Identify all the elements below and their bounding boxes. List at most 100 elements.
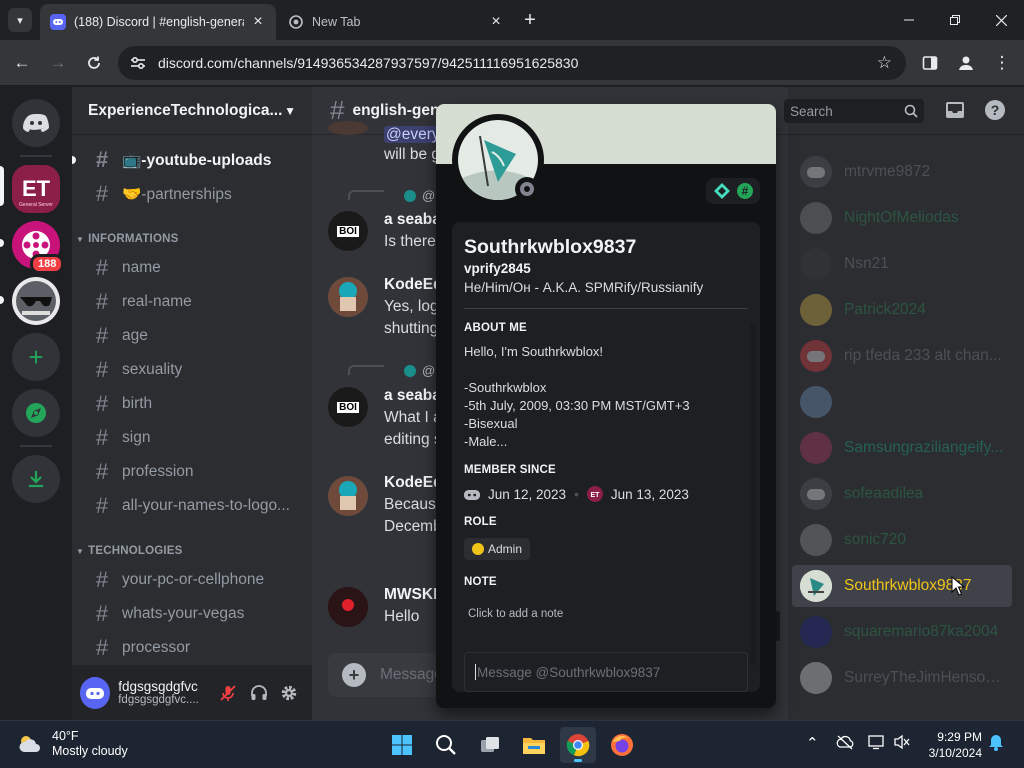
tab-new-tab[interactable]: New Tab ×	[278, 4, 514, 40]
avatar[interactable]	[80, 676, 111, 709]
message-author[interactable]: KodeEd	[384, 474, 443, 492]
side-panel-button[interactable]	[916, 49, 944, 77]
chrome-menu-button[interactable]: ⋮	[988, 49, 1016, 77]
hypesquad-balance-badge-icon[interactable]	[713, 182, 731, 200]
message-text: will be g	[384, 146, 440, 163]
add-server-button[interactable]: +	[12, 333, 60, 381]
file-explorer-button[interactable]	[516, 727, 552, 763]
notifications-button[interactable]	[988, 734, 1004, 755]
compass-icon	[26, 403, 46, 423]
mention[interactable]: @every	[384, 126, 442, 143]
profile-scrollbar-thumb[interactable]	[750, 322, 756, 666]
user-names[interactable]: fdgsgsgdgfvc fdgsgsgdgfvc....	[118, 679, 203, 706]
taskbar-search-button[interactable]	[428, 727, 464, 763]
minimize-window-button[interactable]	[886, 0, 932, 40]
member-item[interactable]: SurreyTheJimHenson...	[792, 657, 1012, 699]
channel-item[interactable]: # profession	[80, 456, 304, 488]
deafen-button[interactable]	[244, 677, 274, 709]
channel-item[interactable]: # processor	[80, 632, 304, 664]
search-input[interactable]: Search	[784, 99, 924, 123]
server-et[interactable]: ET General Server	[12, 165, 60, 213]
server-sunglasses[interactable]	[12, 277, 60, 325]
role-chip[interactable]: Admin	[464, 538, 531, 560]
hash-icon: #	[95, 357, 109, 382]
channel-partnerships[interactable]: # 🤝-partnerships	[80, 178, 304, 210]
member-item[interactable]: sonic720	[792, 519, 1012, 561]
start-button[interactable]	[384, 727, 420, 763]
about-me-line: -Southrkwblox	[464, 380, 547, 395]
profile-scrollbar-track[interactable]	[750, 322, 756, 666]
restore-window-button[interactable]	[932, 0, 978, 40]
member-item[interactable]: squaremario87ka2004	[792, 611, 1012, 653]
new-tab-button[interactable]: +	[518, 8, 542, 32]
firefox-taskbar-button[interactable]	[604, 727, 640, 763]
message-author[interactable]: a seaba	[384, 211, 441, 229]
explore-servers-button[interactable]	[12, 389, 60, 437]
channel-youtube-uploads[interactable]: # 📺-youtube-uploads	[80, 144, 304, 176]
inbox-button[interactable]	[944, 99, 968, 123]
close-tab-icon[interactable]: ×	[488, 13, 504, 31]
volume-button[interactable]	[893, 734, 911, 754]
server-home[interactable]	[12, 99, 60, 147]
mute-button[interactable]	[213, 677, 243, 709]
avatar[interactable]	[328, 476, 368, 516]
avatar[interactable]	[328, 277, 368, 317]
attach-plus-icon[interactable]: +	[342, 663, 366, 687]
channel-item[interactable]: # birth	[80, 388, 304, 420]
note-input[interactable]: Click to add a note	[468, 608, 563, 620]
tray-cloud-icon[interactable]	[836, 734, 854, 754]
member-item[interactable]: Samsungraziliangeify...	[792, 427, 1012, 469]
message-author[interactable]: a seaba	[384, 387, 441, 405]
channel-item[interactable]: # sexuality	[80, 354, 304, 386]
guild-header[interactable]: ExperienceTechnologica... ▼	[72, 87, 312, 135]
channel-item[interactable]: # sign	[80, 422, 304, 454]
channel-item[interactable]: # name	[80, 252, 304, 284]
svg-text:#: #	[741, 184, 748, 198]
help-button[interactable]: ?	[984, 99, 1008, 123]
download-apps-button[interactable]	[12, 455, 60, 503]
tab-discord[interactable]: (188) Discord | #english-genera ×	[40, 4, 276, 40]
microphone-muted-icon	[220, 684, 237, 701]
avatar[interactable]: BOI	[328, 211, 368, 251]
forward-button[interactable]: →	[44, 49, 72, 77]
profile-username[interactable]: vprify2845	[464, 261, 531, 276]
channel-item[interactable]: # all-your-names-to-logo...	[80, 490, 304, 522]
chat-scrollbar[interactable]	[776, 611, 780, 641]
tab-search-button[interactable]: ▾	[8, 8, 32, 32]
chrome-taskbar-button[interactable]	[560, 727, 596, 763]
member-item-selected[interactable]: Southrkwblox9837	[792, 565, 1012, 607]
back-button[interactable]: ←	[8, 49, 36, 77]
clock[interactable]: 9:29 PM 3/10/2024	[920, 729, 982, 761]
avatar[interactable]: BOI	[328, 387, 368, 427]
channel-item[interactable]: # your-pc-or-cellphone	[80, 564, 304, 596]
network-button[interactable]	[868, 734, 886, 754]
channel-item[interactable]: # age	[80, 320, 304, 352]
channel-item[interactable]: # real-name	[80, 286, 304, 318]
bookmark-star-icon[interactable]: ☆	[877, 53, 892, 73]
member-item[interactable]: Nsn21	[792, 243, 1012, 285]
member-item[interactable]: mtrvme9872	[792, 151, 1012, 193]
channel-item[interactable]: # whats-your-vegas	[80, 598, 304, 630]
category-technologies[interactable]: ▼ TECHNOLOGIES	[76, 545, 183, 557]
active-developer-badge-icon[interactable]: #	[736, 182, 754, 200]
profile-button[interactable]	[952, 49, 980, 77]
category-informations[interactable]: ▼ INFORMATIONS	[76, 233, 178, 245]
task-view-button[interactable]	[472, 727, 508, 763]
direct-message-input[interactable]: Message @Southrkwblox9837	[464, 652, 748, 692]
member-item[interactable]: sofeaadilea	[792, 473, 1012, 515]
user-settings-button[interactable]	[274, 677, 304, 709]
avatar[interactable]	[328, 121, 368, 135]
site-info-icon[interactable]	[128, 53, 148, 73]
member-item[interactable]	[792, 381, 1012, 423]
weather-widget[interactable]: 40°F Mostly cloudy	[16, 729, 128, 759]
reload-button[interactable]	[80, 49, 108, 77]
member-item[interactable]: Patrick2024	[792, 289, 1012, 331]
show-hidden-icons-button[interactable]: ⌃	[806, 734, 819, 752]
close-window-button[interactable]	[978, 0, 1024, 40]
close-tab-icon[interactable]: ×	[250, 13, 266, 31]
member-item[interactable]: NightOfMeliodas	[792, 197, 1012, 239]
member-item[interactable]: rip tfeda 233 alt chan...	[792, 335, 1012, 377]
address-bar[interactable]: discord.com/channels/914936534287937597/…	[118, 46, 906, 80]
avatar[interactable]	[328, 587, 368, 627]
message-author[interactable]: KodeEd	[384, 276, 443, 294]
